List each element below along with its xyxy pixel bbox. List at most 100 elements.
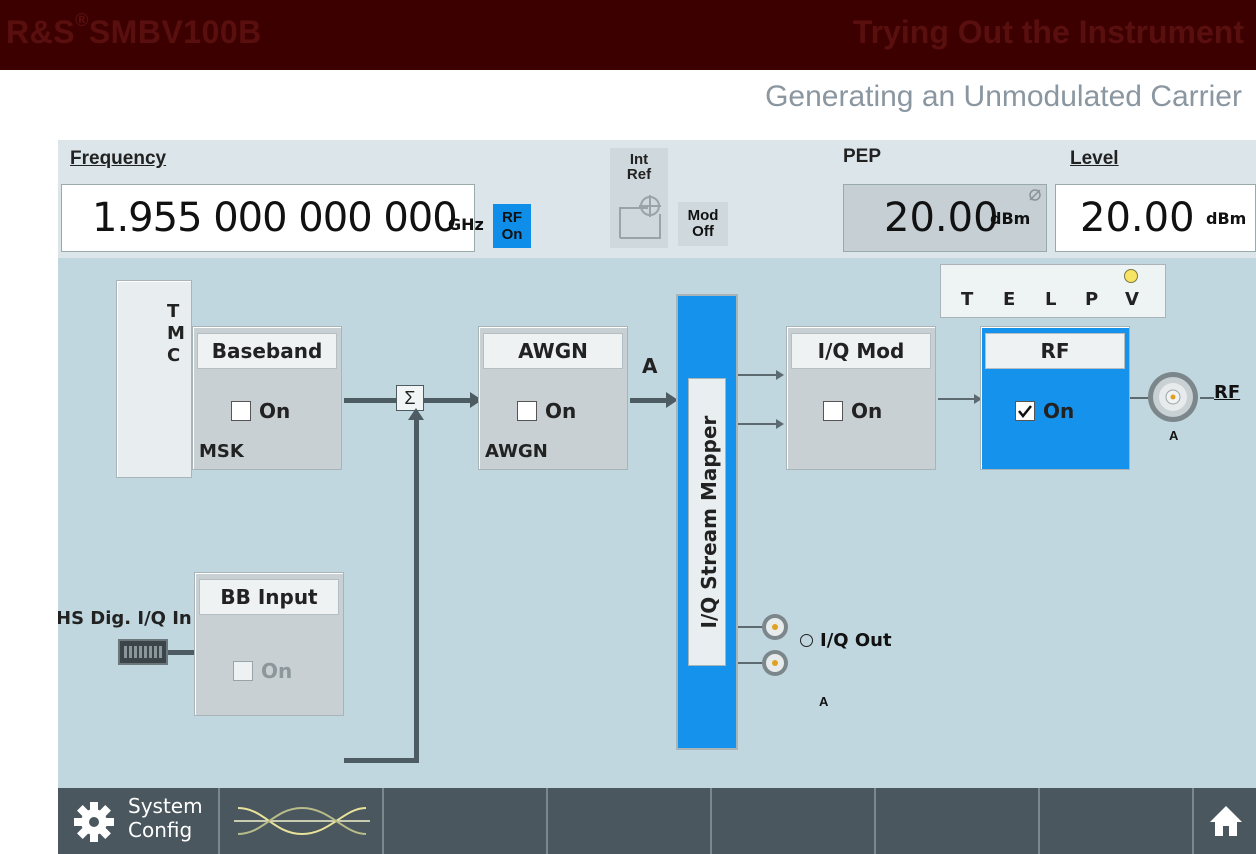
arrow-icon (776, 419, 784, 429)
checkbox-icon (517, 401, 537, 421)
awgn-on-checkbox[interactable]: On (517, 399, 576, 423)
waveform-icon (234, 806, 370, 836)
taskbar-slot-4[interactable] (548, 788, 712, 854)
iq-mod-on-label: On (851, 399, 883, 423)
gear-icon (74, 802, 114, 842)
int-ref-button[interactable]: Int Ref (610, 148, 668, 248)
iq-out-connector-i-icon (762, 614, 788, 640)
status-bar: Frequency 1.955 000 000 000 GHz RF On In… (58, 140, 1256, 258)
rf-connector-icon (1148, 372, 1198, 422)
checkbox-icon (823, 401, 843, 421)
system-config-label: System Config (128, 794, 203, 842)
wave-view-button[interactable] (220, 788, 384, 854)
baseband-block[interactable]: Baseband On MSK (192, 326, 342, 470)
home-icon (1210, 806, 1242, 836)
pep-unit: dBm (990, 209, 1031, 228)
baseband-on-label: On (259, 399, 291, 423)
reference-icon (619, 195, 661, 239)
pep-value: 20.00 (884, 195, 999, 241)
tmc-t: T (167, 301, 180, 322)
section-title: Generating an Unmodulated Carrier (765, 80, 1242, 113)
iq-mod-on-checkbox[interactable]: On (823, 399, 882, 423)
taskbar: System Config (58, 788, 1256, 854)
hs-dig-iq-label: HS Dig. I/Q In (58, 608, 192, 629)
wire (738, 423, 780, 425)
iq-stream-mapper-label: I/Q Stream Mapper (697, 415, 721, 629)
wire (344, 758, 419, 763)
baseband-on-checkbox[interactable]: On (231, 399, 290, 423)
wire (168, 650, 196, 655)
awgn-on-label: On (545, 399, 577, 423)
chapter-title: Trying Out the Instrument (852, 14, 1244, 50)
tmc-m: M (167, 323, 185, 344)
wire (1200, 397, 1214, 399)
bb-input-on-checkbox[interactable]: On (233, 659, 292, 683)
taskbar-slot-6[interactable] (876, 788, 1040, 854)
checkbox-checked-icon (1015, 401, 1035, 421)
tmc-button[interactable]: T M C (116, 280, 192, 478)
wire (938, 398, 978, 400)
frequency-unit: GHz (448, 215, 484, 234)
baseband-title: Baseband (197, 333, 337, 369)
iq-stream-mapper[interactable]: I/Q Stream Mapper (676, 294, 738, 750)
instrument-screen: Frequency 1.955 000 000 000 GHz RF On In… (58, 140, 1256, 854)
iq-out-status-icon (800, 634, 813, 647)
telpv-t: T (961, 289, 974, 310)
checkbox-icon (231, 401, 251, 421)
mod-line1: Mod (687, 207, 719, 224)
int-ref-line1: Int (629, 151, 649, 168)
taskbar-slot-7[interactable] (1040, 788, 1194, 854)
bb-input-on-label: On (261, 659, 293, 683)
hs-dig-connector-icon (118, 639, 168, 665)
wire (738, 374, 780, 376)
rf-block[interactable]: RF On (980, 326, 1130, 470)
rf-on-checkbox[interactable]: On (1015, 399, 1074, 423)
frequency-value: 1.955 000 000 000 (92, 195, 458, 241)
system-line2: Config (128, 818, 193, 842)
telpv-e: E (1003, 289, 1016, 310)
status-led-icon (1124, 269, 1138, 283)
awgn-title: AWGN (483, 333, 623, 369)
mod-off-toggle[interactable]: Mod Off (678, 202, 728, 246)
bb-input-block[interactable]: BB Input On (194, 572, 344, 716)
offset-icon (1029, 189, 1041, 201)
frequency-label[interactable]: Frequency (70, 148, 166, 170)
telpv-v: V (1125, 289, 1139, 310)
rf-output-link[interactable]: RF (1214, 382, 1240, 403)
awgn-block[interactable]: AWGN On AWGN (478, 326, 628, 470)
home-button[interactable] (1194, 788, 1256, 854)
iq-stream-mapper-button[interactable]: I/Q Stream Mapper (688, 378, 726, 666)
pep-field: 20.00 dBm (843, 184, 1047, 252)
brand-title: R&S®SMBV100B (6, 10, 262, 50)
wire (424, 398, 474, 403)
telpv-p: P (1085, 289, 1099, 310)
system-config-button[interactable]: System Config (58, 788, 220, 854)
wire (344, 398, 396, 403)
int-ref-label: Int Ref (610, 152, 668, 182)
wire (414, 413, 419, 763)
pep-label: PEP (843, 146, 882, 167)
rf-badge-line1: RF (502, 209, 522, 226)
iq-mod-block[interactable]: I/Q Mod On (786, 326, 936, 470)
awgn-mode: AWGN (485, 441, 548, 462)
block-diagram: T M C Baseband On MSK Σ AWGN On AWGN A I… (58, 258, 1256, 788)
taskbar-slot-3[interactable] (384, 788, 548, 854)
rf-title: RF (985, 333, 1125, 369)
taskbar-slot-5[interactable] (712, 788, 876, 854)
iq-mod-title: I/Q Mod (791, 333, 931, 369)
tmc-c: C (167, 345, 181, 366)
wire (630, 398, 670, 403)
baseband-modulation: MSK (199, 441, 244, 462)
level-field[interactable]: 20.00 dBm (1055, 184, 1256, 252)
telpv-status[interactable]: T E L P V (940, 264, 1166, 318)
frequency-field[interactable]: 1.955 000 000 000 GHz (61, 184, 484, 252)
telpv-l: L (1045, 289, 1057, 310)
iq-out-path: A (819, 694, 829, 709)
path-a-label: A (642, 354, 658, 378)
rf-badge-line2: On (501, 226, 523, 243)
iq-out-label[interactable]: I/Q Out (820, 630, 892, 651)
rf-on-toggle[interactable]: RF On (493, 204, 531, 248)
rf-on-label: On (1043, 399, 1075, 423)
level-value: 20.00 (1080, 195, 1195, 241)
level-label[interactable]: Level (1070, 148, 1119, 170)
